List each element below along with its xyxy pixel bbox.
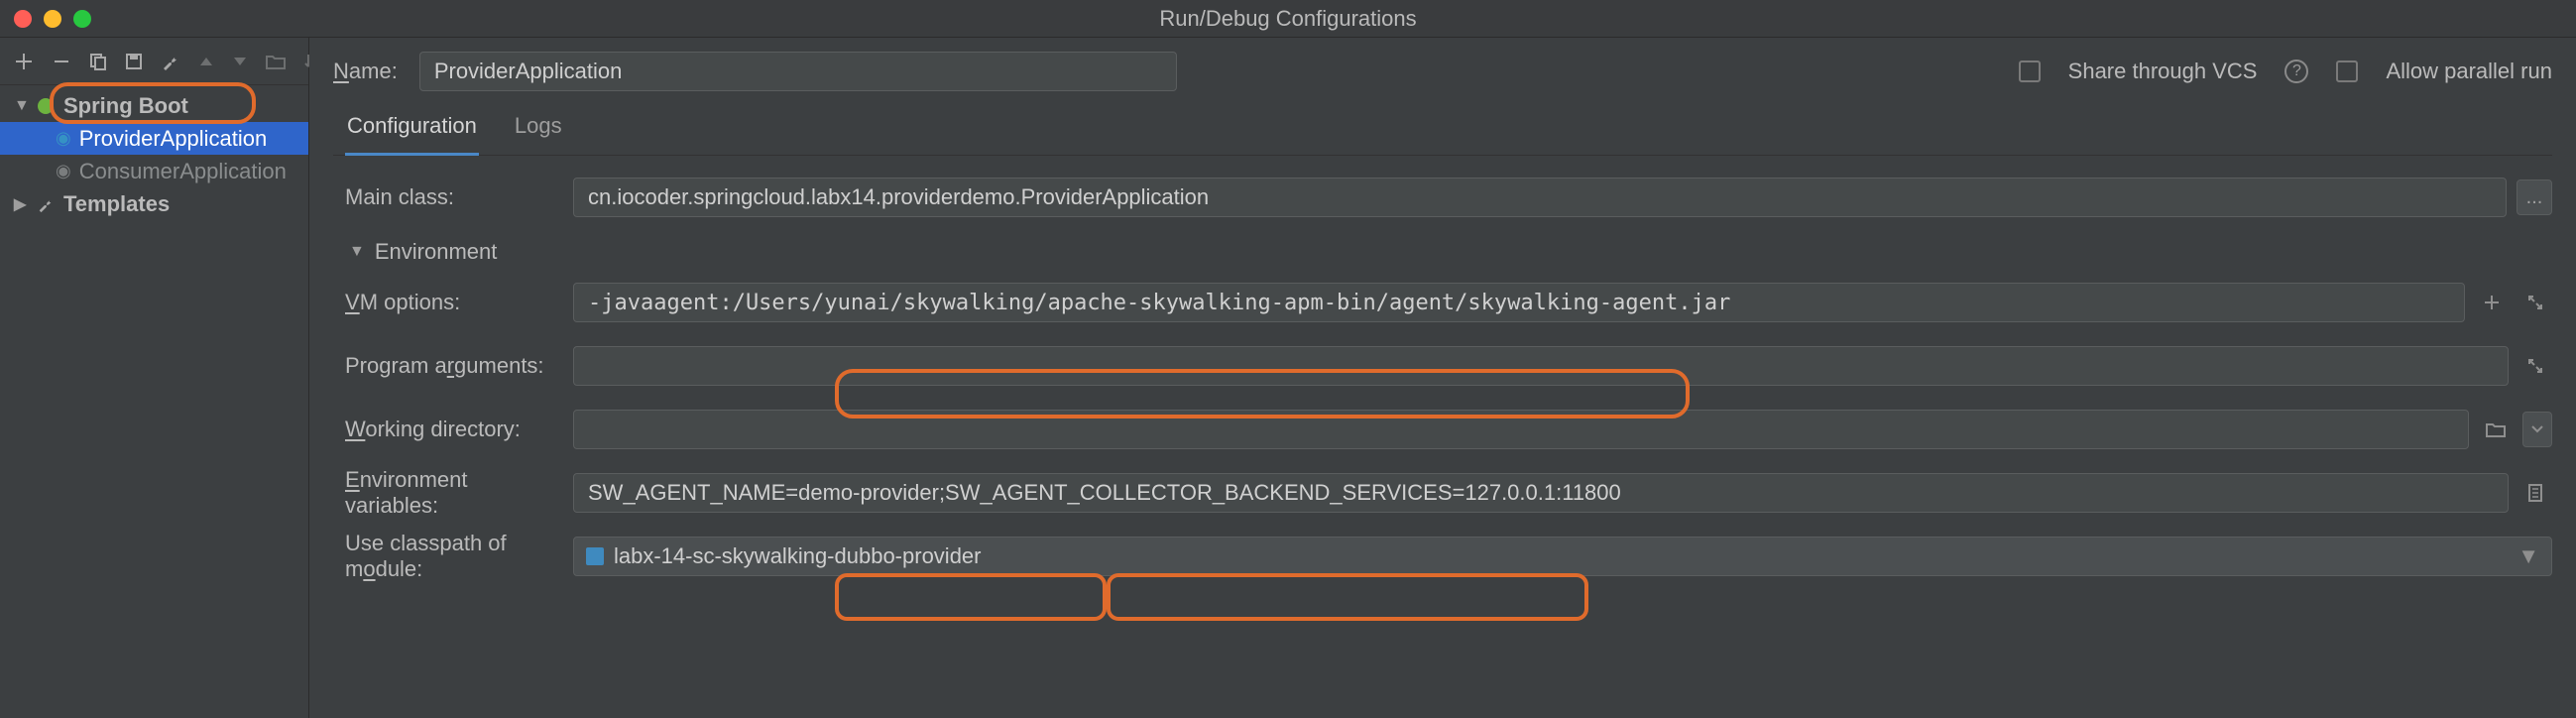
close-window-icon[interactable] <box>14 10 32 28</box>
main-class-input[interactable]: cn.iocoder.springcloud.labx14.providerde… <box>573 178 2507 217</box>
expand-args-icon[interactable] <box>2518 349 2552 383</box>
main-class-row: Main class: cn.iocoder.springcloud.labx1… <box>345 166 2552 229</box>
tree-leaf-consumer[interactable]: ◉ ConsumerApplication <box>0 155 308 187</box>
copy-config-icon[interactable] <box>89 49 107 74</box>
share-vcs-checkbox[interactable] <box>2019 60 2041 82</box>
move-up-icon[interactable] <box>198 49 214 74</box>
tab-configuration[interactable]: Configuration <box>345 101 479 156</box>
help-icon[interactable]: ? <box>2284 60 2308 83</box>
environment-section-label: Environment <box>375 239 498 265</box>
program-args-input[interactable] <box>573 346 2509 386</box>
vm-options-row: VM options: -javaagent:/Users/yunai/skyw… <box>345 271 2552 334</box>
env-vars-input[interactable]: SW_AGENT_NAME=demo-provider;SW_AGENT_COL… <box>573 473 2509 513</box>
browse-main-class-button[interactable]: ... <box>2517 180 2552 215</box>
tree-leaf-label: ConsumerApplication <box>79 159 287 184</box>
save-config-icon[interactable] <box>125 49 143 74</box>
run-config-icon: ◉ <box>56 128 71 149</box>
window-title: Run/Debug Configurations <box>1159 6 1416 32</box>
classpath-row: Use classpath of module: labx-14-sc-skyw… <box>345 525 2552 588</box>
wrench-icon[interactable] <box>161 49 180 74</box>
window-controls <box>0 10 91 28</box>
chevron-down-icon: ▼ <box>14 97 28 115</box>
name-label: Name: <box>333 59 398 84</box>
tabs: Configuration Logs <box>333 101 2552 156</box>
chevron-down-icon: ▼ <box>2517 543 2539 569</box>
config-tree: ▼ Spring Boot ◉ ProviderApplication ◉ Co… <box>0 85 308 220</box>
program-args-row: Program arguments: <box>345 334 2552 398</box>
config-form: Main class: cn.iocoder.springcloud.labx1… <box>333 156 2552 588</box>
name-input[interactable]: ProviderApplication <box>419 52 1177 91</box>
program-args-label: Program arguments: <box>345 353 551 379</box>
tree-node-spring-boot[interactable]: ▼ Spring Boot <box>0 89 308 122</box>
working-dir-input[interactable] <box>573 410 2469 449</box>
tree-node-label: Spring Boot <box>63 93 188 119</box>
chevron-down-icon: ▼ <box>349 243 365 261</box>
add-config-icon[interactable] <box>14 49 34 74</box>
tree-node-label: Templates <box>63 191 170 217</box>
folder-icon[interactable] <box>266 49 286 74</box>
environment-section-header[interactable]: ▼ Environment <box>345 229 2552 271</box>
sidebar: ▼ Spring Boot ◉ ProviderApplication ◉ Co… <box>0 38 309 718</box>
module-icon <box>586 547 604 565</box>
main-class-label: Main class: <box>345 184 551 210</box>
templates-icon <box>36 194 56 214</box>
tab-logs[interactable]: Logs <box>513 101 564 155</box>
remove-config-icon[interactable] <box>52 49 71 74</box>
vm-options-input[interactable]: -javaagent:/Users/yunai/skywalking/apach… <box>573 283 2465 322</box>
share-vcs-label: Share through VCS <box>2068 59 2258 84</box>
parallel-run-checkbox[interactable] <box>2336 60 2358 82</box>
maximize-window-icon[interactable] <box>73 10 91 28</box>
move-down-icon[interactable] <box>232 49 248 74</box>
working-dir-row: Working directory: <box>345 398 2552 461</box>
parallel-run-label: Allow parallel run <box>2386 59 2552 84</box>
chevron-right-icon: ▶ <box>14 194 28 214</box>
working-dir-label: Working directory: <box>345 417 551 442</box>
minimize-window-icon[interactable] <box>44 10 61 28</box>
browse-folder-icon[interactable] <box>2479 413 2513 446</box>
name-row: Name: ProviderApplication Share through … <box>333 38 2552 95</box>
classpath-combo[interactable]: labx-14-sc-skywalking-dubbo-provider ▼ <box>573 537 2552 576</box>
working-dir-dropdown[interactable] <box>2522 412 2552 447</box>
sidebar-toolbar <box>0 38 308 85</box>
tree-leaf-label: ProviderApplication <box>79 126 268 152</box>
vm-options-label: VM options: <box>345 290 551 315</box>
tree-node-templates[interactable]: ▶ Templates <box>0 187 308 220</box>
tree-leaf-provider[interactable]: ◉ ProviderApplication <box>0 122 308 155</box>
titlebar: Run/Debug Configurations <box>0 0 2576 38</box>
add-vm-option-icon[interactable] <box>2475 286 2509 319</box>
classpath-label: Use classpath of module: <box>345 531 551 582</box>
env-vars-label: Environment variables: <box>345 467 551 519</box>
classpath-value: labx-14-sc-skywalking-dubbo-provider <box>614 543 982 569</box>
edit-env-vars-icon[interactable] <box>2518 476 2552 510</box>
content-pane: Name: ProviderApplication Share through … <box>309 38 2576 718</box>
spring-boot-icon <box>36 96 56 116</box>
expand-vm-options-icon[interactable] <box>2518 286 2552 319</box>
run-config-icon: ◉ <box>56 161 71 181</box>
env-vars-row: Environment variables: SW_AGENT_NAME=dem… <box>345 461 2552 525</box>
